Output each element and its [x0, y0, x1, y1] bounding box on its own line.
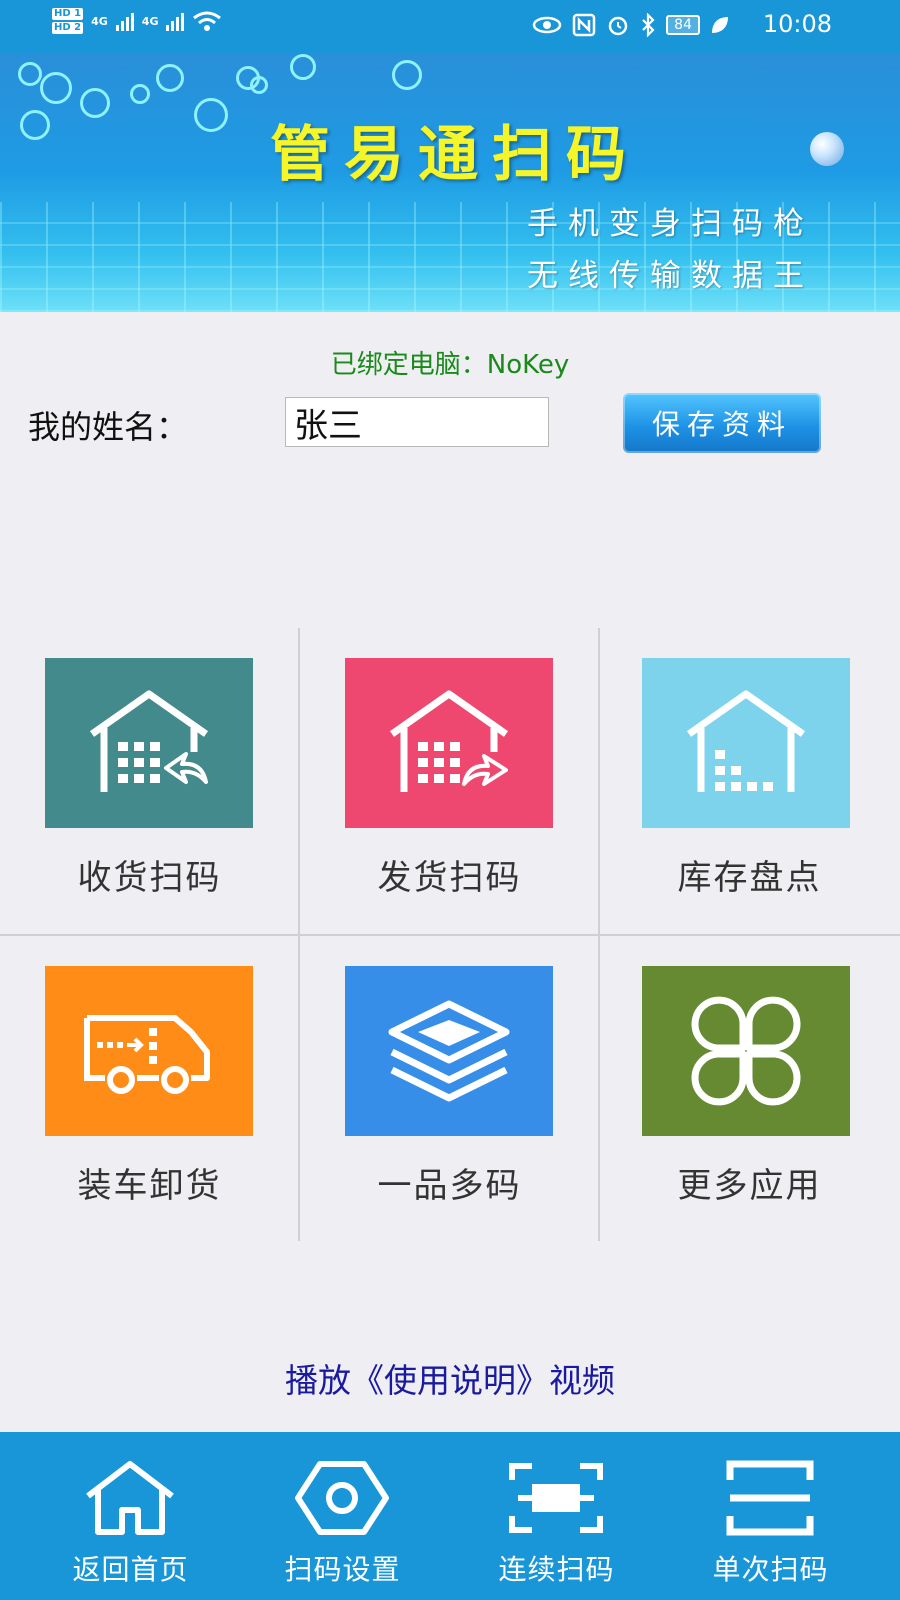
play-instructions-video-link[interactable]: 播放《使用说明》视频 [0, 1354, 900, 1402]
single-scan-icon [726, 1460, 814, 1536]
nav-home[interactable]: 返回首页 [18, 1432, 243, 1600]
app-icon-box [345, 658, 553, 828]
status-time: 10:08 [762, 10, 832, 38]
status-right-icons: 84 [532, 13, 730, 37]
warehouse-receive-icon [89, 690, 209, 792]
banner-bubble [156, 64, 184, 92]
bottom-nav: 返回首页 扫码设置 连续扫码 单次扫码 [0, 1432, 900, 1600]
bound-pc-value: NoKey [486, 350, 570, 380]
app-label: 收货扫码 [77, 858, 222, 898]
layers-icon [388, 1000, 510, 1102]
nav-label: 连续扫码 [498, 1553, 615, 1586]
app-inventory-count[interactable]: 库存盘点 [600, 628, 899, 933]
nav-label: 返回首页 [72, 1553, 189, 1586]
bluetooth-icon [642, 13, 655, 37]
sim-indicators: HD 1 HD 2 [52, 8, 84, 34]
app-icon-box [642, 966, 850, 1136]
save-profile-button[interactable]: 保存资料 [623, 393, 821, 453]
banner-bubble [80, 88, 110, 118]
app-icon-box [345, 966, 553, 1136]
status-left: HD 1 HD 2 4G 4G [52, 8, 222, 34]
app-icon-box [45, 966, 253, 1136]
status-bar: HD 1 HD 2 4G 4G 84 10:08 [0, 0, 900, 54]
clover-icon [691, 996, 801, 1106]
nav-scan-settings[interactable]: 扫码设置 [230, 1432, 455, 1600]
nav-continuous-scan[interactable]: 连续扫码 [444, 1432, 669, 1600]
sim2-badge: HD 2 [52, 22, 84, 34]
hex-nut-icon [295, 1461, 389, 1535]
banner-bubble [130, 84, 150, 104]
truck-loading-icon [84, 1015, 210, 1094]
wifi-icon [193, 11, 222, 31]
warehouse-inventory-icon [686, 690, 806, 792]
app-more[interactable]: 更多应用 [600, 936, 899, 1241]
app-label: 一品多码 [377, 1166, 522, 1206]
network-type-1: 4G [91, 14, 108, 28]
bound-pc-label: 已绑定电脑： [330, 350, 487, 380]
network-type-2: 4G [141, 14, 159, 28]
app-receive-scan[interactable]: 收货扫码 [0, 628, 299, 933]
banner-subtitle-2: 无线传输数据王 [527, 258, 814, 294]
continuous-scan-icon [509, 1463, 603, 1533]
app-label: 发货扫码 [377, 858, 522, 898]
app-banner: 管易通扫码 手机变身扫码枪 无线传输数据王 [0, 54, 900, 312]
app-label: 装车卸货 [77, 1166, 222, 1206]
app-load-unload[interactable]: 装车卸货 [0, 936, 299, 1241]
app-icon-box [642, 658, 850, 828]
battery-indicator: 84 [666, 15, 700, 35]
nav-label: 单次扫码 [712, 1553, 829, 1586]
app-multi-code[interactable]: 一品多码 [300, 936, 599, 1241]
name-input[interactable] [285, 397, 549, 447]
banner-bubble [40, 72, 72, 104]
banner-orb [810, 132, 844, 166]
bound-pc-status: 已绑定电脑：NoKey [0, 344, 900, 381]
sim1-badge: HD 1 [52, 8, 84, 20]
leaf-icon [712, 17, 728, 33]
name-label: 我的姓名： [28, 408, 189, 446]
signal-icon [115, 11, 134, 31]
banner-bubble [250, 76, 268, 94]
banner-subtitle-1: 手机变身扫码枪 [527, 206, 814, 242]
app-icon-box [45, 658, 253, 828]
eye-icon [532, 16, 562, 34]
banner-bubble [18, 62, 42, 86]
home-icon [86, 1461, 174, 1535]
signal-icon-2 [166, 11, 185, 31]
banner-bubble [20, 110, 50, 140]
alarm-icon [608, 16, 628, 36]
banner-bubble [194, 98, 228, 132]
app-label: 更多应用 [677, 1166, 822, 1206]
banner-title: 管易通扫码 [270, 120, 640, 190]
nav-single-scan[interactable]: 单次扫码 [658, 1432, 883, 1600]
nav-label: 扫码设置 [284, 1553, 401, 1586]
warehouse-ship-icon [389, 690, 509, 792]
app-grid: 收货扫码 发货扫码 库存盘点 装车卸货 一品多码 更多应用 [0, 628, 900, 1241]
app-label: 库存盘点 [677, 858, 822, 898]
banner-bubble [392, 60, 422, 90]
app-ship-scan[interactable]: 发货扫码 [300, 628, 599, 933]
banner-bubble [290, 54, 316, 80]
nfc-icon [572, 13, 596, 37]
